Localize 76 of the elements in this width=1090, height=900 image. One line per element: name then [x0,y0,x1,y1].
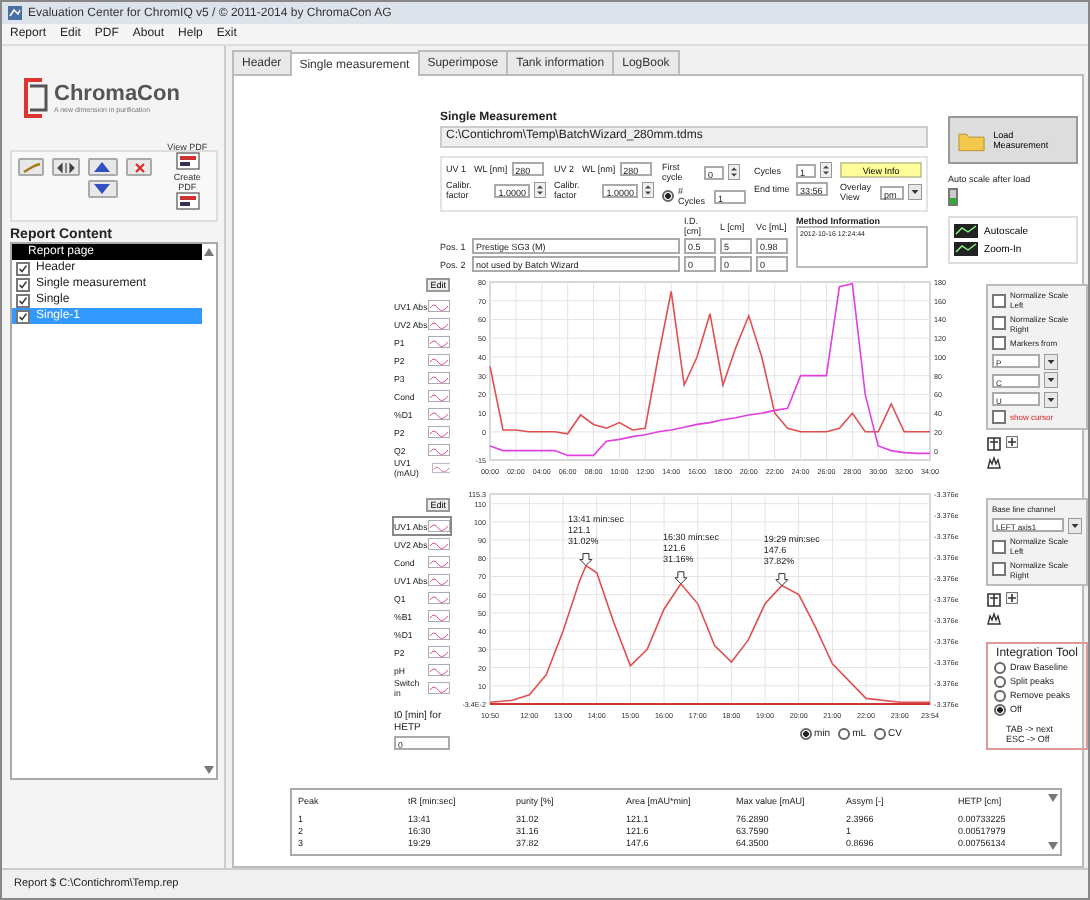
trace-thumbnail-icon[interactable] [428,682,450,695]
wrench-icon [21,161,42,173]
checkbox[interactable] [992,562,1006,576]
radio-button[interactable] [662,190,675,202]
pan-icon[interactable] [986,436,1002,452]
radio-button[interactable] [838,728,851,740]
left-right-arrows-icon [56,161,77,173]
spinner-icon[interactable] [820,162,833,178]
toggle-switch[interactable] [948,188,959,206]
spinner-icon[interactable] [642,182,655,198]
scroll-arrow-icon[interactable] [1048,794,1058,802]
trace-thumbnail-icon[interactable] [428,426,450,438]
move-down-button[interactable] [87,180,118,198]
radio-button[interactable] [994,675,1006,687]
trace-thumbnail-icon[interactable] [428,372,450,384]
trace-thumbnail-icon[interactable] [428,664,450,677]
checkbox[interactable] [992,539,1006,553]
spinner-icon[interactable] [534,182,547,198]
trace-thumbnail-icon[interactable] [428,318,450,330]
checkbox[interactable] [16,277,30,291]
radio-button[interactable] [994,703,1006,715]
trace-thumbnail-icon[interactable] [428,628,450,641]
plus-icon[interactable] [1006,591,1018,603]
logo-text: ChromaCon [54,82,180,106]
dropdown-arrow-icon[interactable] [1044,391,1058,407]
move-up-button[interactable] [87,158,118,176]
trace-thumbnail-icon[interactable] [428,592,450,605]
trace-thumbnail-icon[interactable] [428,646,450,659]
close-icon [133,161,146,173]
trace-thumbnail-icon[interactable] [428,444,450,456]
spinner-icon[interactable] [728,164,741,180]
trace-thumbnail-icon[interactable] [428,520,450,533]
chart-icon [954,224,979,238]
radio-button[interactable] [800,728,813,740]
dropdown-arrow-icon[interactable] [908,184,923,200]
trace-thumbnail-icon[interactable] [428,390,450,402]
radio-button[interactable] [994,689,1006,701]
trace-thumbnail-icon[interactable] [428,408,450,420]
dropdown-arrow-icon[interactable] [1044,372,1058,388]
folder-icon [958,129,986,151]
trace-thumbnail-icon[interactable] [428,336,450,348]
chart-icon [954,242,979,256]
radio-button[interactable] [874,728,887,740]
logo-icon [22,76,50,120]
peak-marker-icon [775,573,789,587]
peak-marker-icon [674,571,688,585]
trace-thumbnail-icon[interactable] [431,462,450,474]
delete-button[interactable] [125,158,153,176]
trace-thumbnail-icon[interactable] [428,610,450,623]
down-arrow-icon [94,184,111,194]
peak-marker-icon [579,553,593,567]
checkbox[interactable] [992,336,1006,350]
checkbox[interactable] [16,261,30,275]
scroll-arrow-icon[interactable] [204,766,214,774]
scroll-arrow-icon[interactable] [204,248,214,256]
checkbox[interactable] [992,293,1006,307]
tool-button[interactable] [18,158,45,176]
checkbox[interactable] [992,410,1006,424]
dropdown-arrow-icon[interactable] [1068,517,1082,533]
checkbox[interactable] [16,309,30,323]
trace-thumbnail-icon[interactable] [428,556,450,569]
up-arrow-icon [94,162,111,172]
radio-button[interactable] [994,661,1006,673]
app-icon [8,6,22,20]
pdf-icon [175,192,200,210]
scroll-arrow-icon[interactable] [1048,842,1058,850]
checkbox[interactable] [16,293,30,307]
trace-thumbnail-icon[interactable] [428,300,450,312]
trace-thumbnail-icon[interactable] [428,354,450,366]
checkbox[interactable] [992,316,1006,330]
pan-icon[interactable] [986,591,1002,607]
dropdown-arrow-icon[interactable] [1044,353,1058,369]
trace-thumbnail-icon[interactable] [428,574,450,587]
move-button[interactable] [52,158,80,176]
plus-icon[interactable] [1006,436,1018,448]
trace-thumbnail-icon[interactable] [428,538,450,551]
